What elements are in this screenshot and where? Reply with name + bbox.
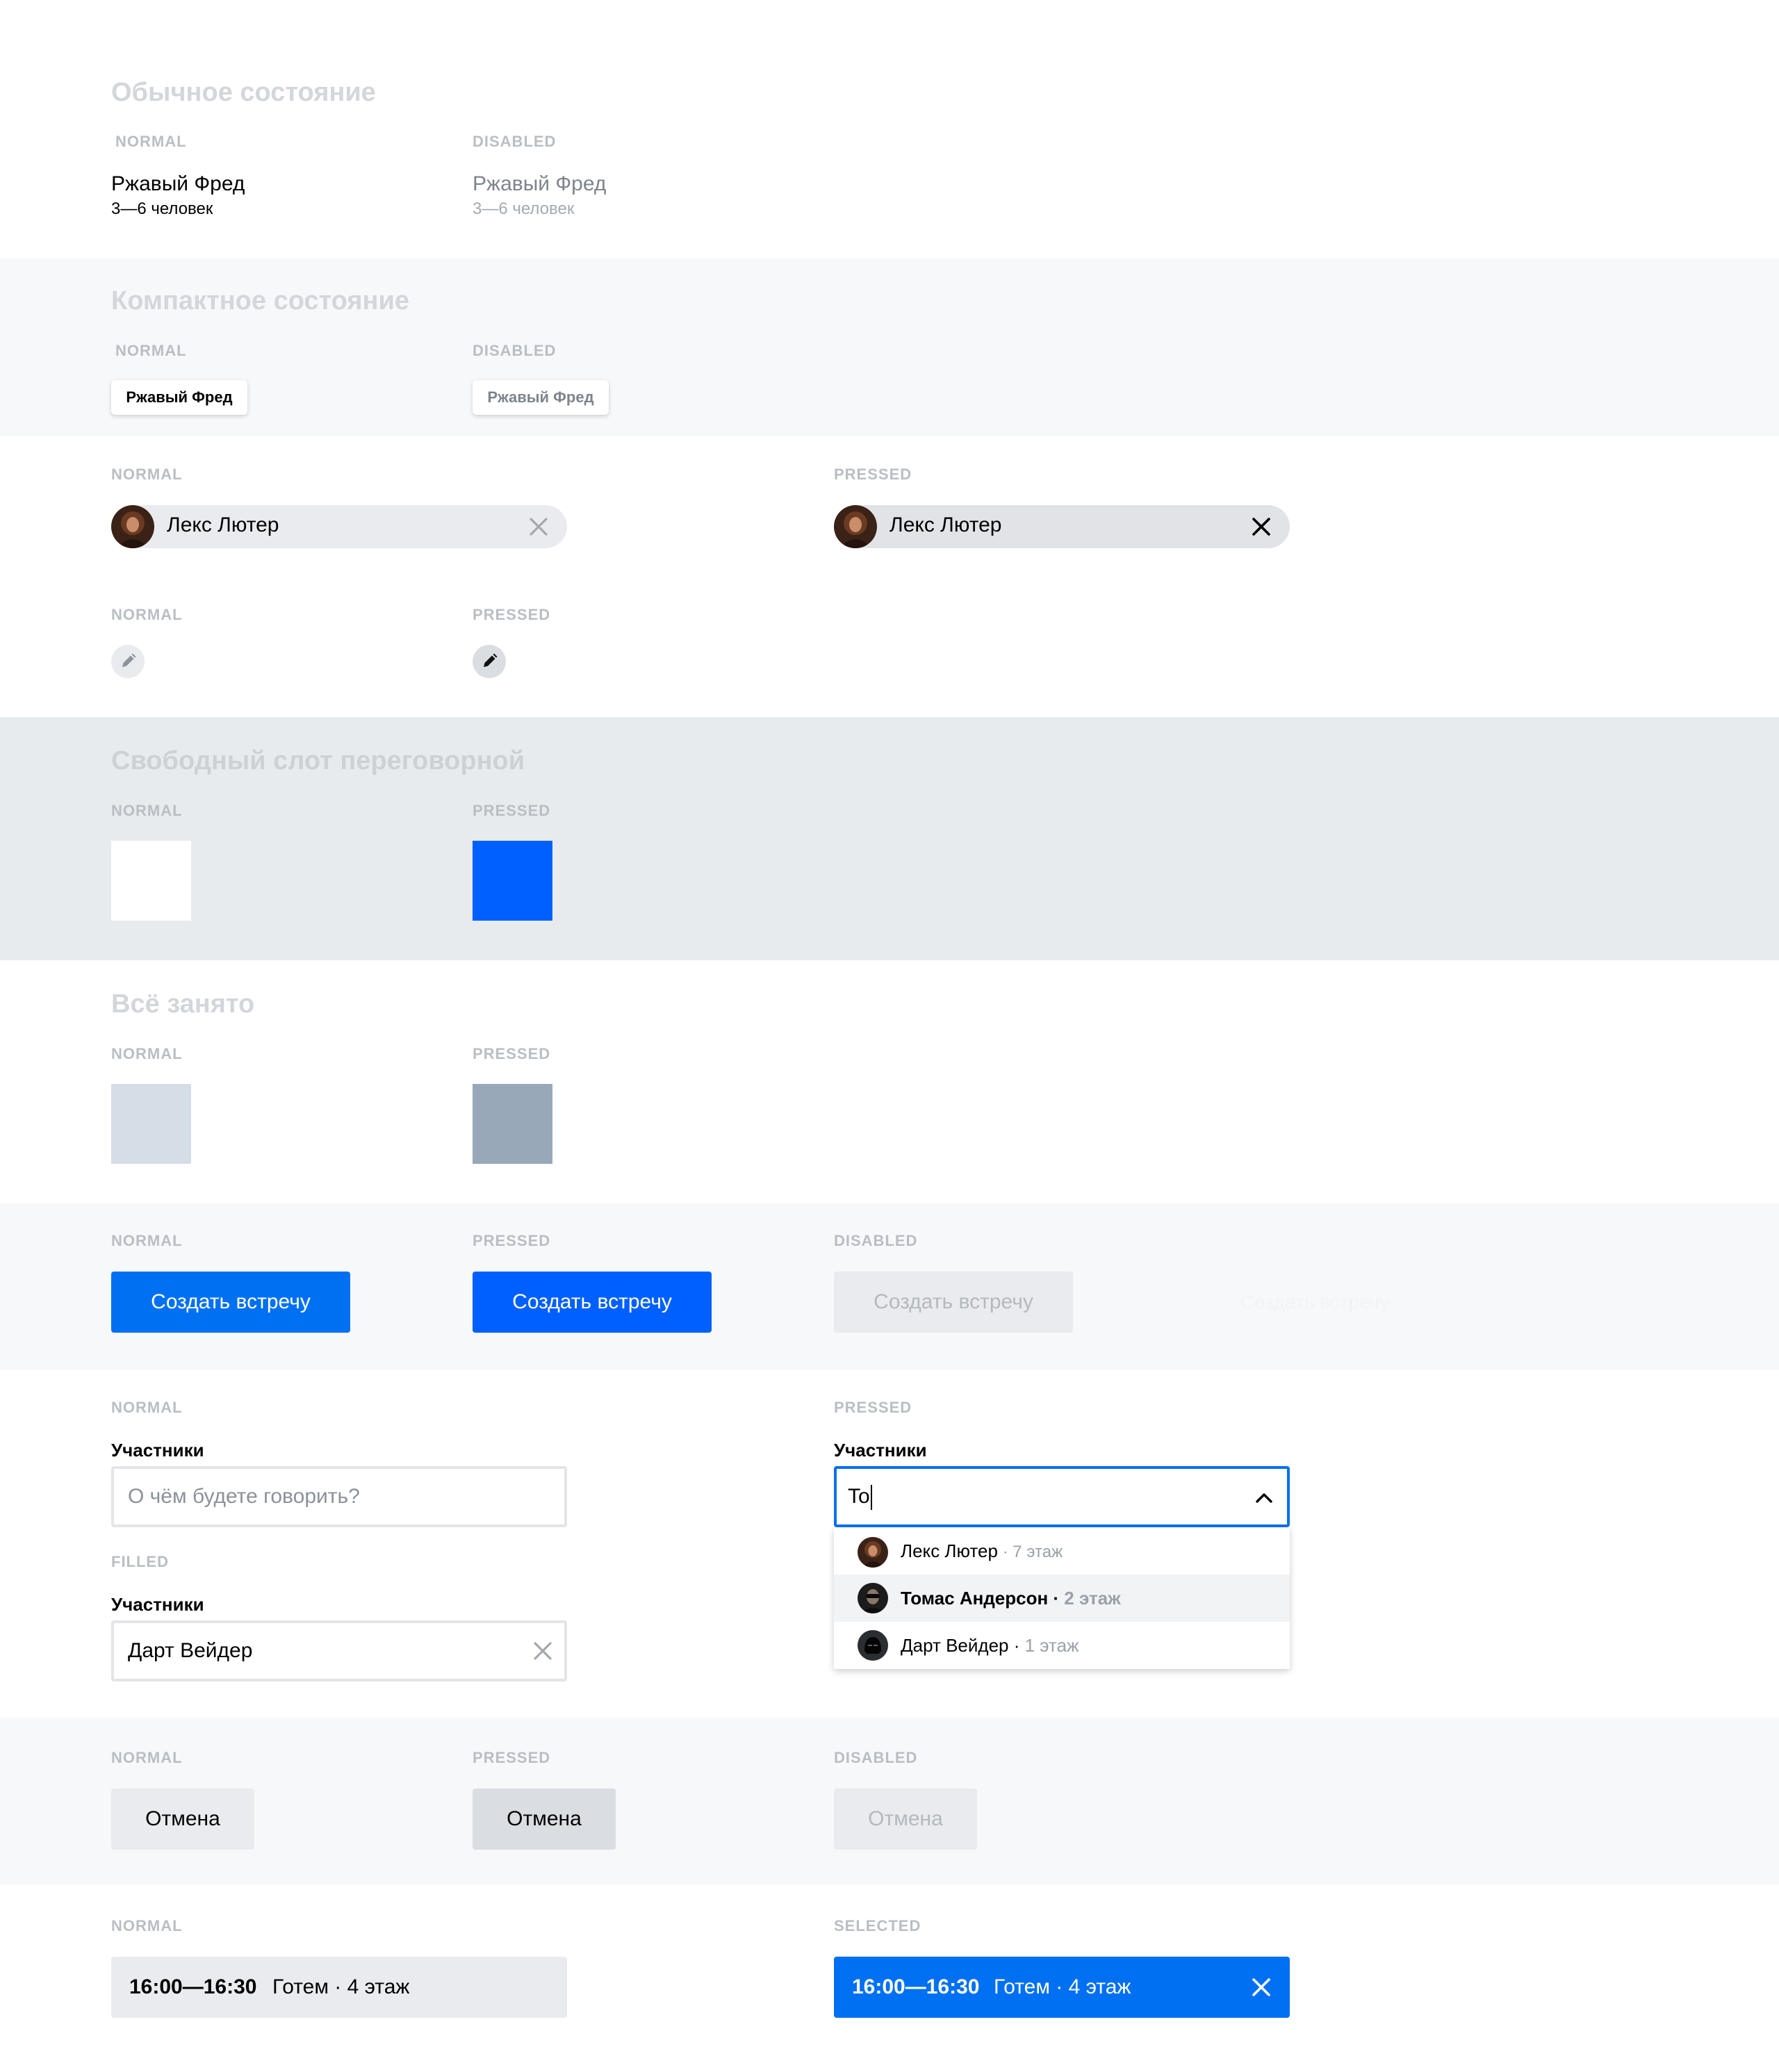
create-meeting-button-ghost: Создать встречу [1240, 1291, 1390, 1313]
slot-room: Готем · 4 этаж [994, 1975, 1131, 1998]
time-slot-chip-normal[interactable]: 16:00—16:30 Готем · 4 этаж [111, 1957, 567, 2018]
state-label-disabled: DISABLED [473, 133, 557, 150]
state-label-pressed: PRESSED [473, 1045, 551, 1062]
slot-room: Готем · 4 этаж [272, 1975, 410, 1998]
participants-input-normal[interactable]: О чём будете говорить? [111, 1466, 567, 1527]
busy-slot-normal [111, 1084, 191, 1164]
edit-button-normal[interactable] [111, 645, 145, 678]
create-meeting-button-normal[interactable]: Создать встречу [111, 1272, 350, 1333]
person-name: Лекс Лютер [167, 513, 279, 536]
close-icon[interactable] [1251, 1977, 1272, 1998]
participants-input-filled[interactable]: Дарт Вейдер [111, 1620, 567, 1682]
clear-icon[interactable] [532, 1641, 553, 1661]
state-label-normal: NORMAL [111, 802, 183, 819]
dropdown-option-highlighted[interactable]: Томас Андерсон · 2 этаж [834, 1574, 1290, 1622]
avatar [858, 1630, 888, 1661]
section-title-free-slot: Свободный слот переговорной [111, 746, 525, 775]
state-label-normal: NORMAL [115, 133, 187, 150]
avatar [834, 505, 877, 548]
state-label-pressed: PRESSED [473, 1232, 551, 1249]
state-label-normal: NORMAL [111, 1045, 183, 1062]
option-text: Дарт Вейдер · 1 этаж [901, 1635, 1079, 1656]
text-cursor [870, 1485, 872, 1511]
section-title-normal-state: Обычное состояние [111, 78, 376, 107]
room-name: Ржавый Фред [111, 172, 245, 195]
free-slot-normal[interactable] [111, 841, 191, 921]
edit-button-pressed[interactable] [473, 645, 506, 678]
participants-field-label: Участники [111, 1440, 204, 1461]
state-label-pressed: PRESSED [473, 606, 551, 623]
slot-time: 16:00—16:30 [852, 1975, 980, 1998]
dropdown-option[interactable]: Дарт Вейдер · 1 этаж [834, 1622, 1290, 1669]
state-label-pressed: PRESSED [473, 802, 551, 819]
participants-dropdown: Лекс Лютер · 7 этаж Томас Андерсон · 2 э… [834, 1527, 1290, 1669]
participants-field-label: Участники [111, 1594, 204, 1615]
room-name: Ржавый Фред [473, 172, 607, 195]
free-slot-pressed[interactable] [473, 841, 552, 921]
close-icon[interactable] [528, 516, 549, 537]
state-label-normal: NORMAL [111, 1399, 183, 1416]
dropdown-option[interactable]: Лекс Лютер · 7 этаж [834, 1527, 1290, 1574]
compact-room-chip-disabled: Ржавый Фред [473, 380, 609, 415]
room-capacity: 3—6 человек [111, 199, 213, 218]
state-label-disabled: DISABLED [473, 342, 557, 359]
compact-room-chip-normal[interactable]: Ржавый Фред [111, 380, 247, 415]
state-label-normal: NORMAL [111, 1232, 183, 1249]
state-label-pressed: PRESSED [473, 1749, 551, 1766]
pencil-icon [484, 653, 498, 667]
section-title-compact-state: Компактное состояние [111, 286, 410, 315]
close-icon[interactable] [1251, 516, 1272, 537]
placeholder-text: О чём будете говорить? [128, 1485, 360, 1508]
person-name: Лекс Лютер [890, 513, 1002, 536]
person-chip-normal[interactable]: Лекс Лютер [111, 505, 567, 548]
person-chip-pressed[interactable]: Лекс Лютер [834, 505, 1290, 548]
input-value: To [848, 1469, 872, 1524]
cancel-button-disabled: Отмена [834, 1789, 977, 1850]
state-label-normal: NORMAL [111, 1917, 183, 1934]
create-meeting-button-disabled: Создать встречу [834, 1272, 1073, 1333]
state-label-normal: NORMAL [115, 342, 187, 359]
state-label-normal: NORMAL [111, 1749, 183, 1766]
option-text: Томас Андерсон · 2 этаж [901, 1588, 1121, 1609]
state-label-filled: FILLED [111, 1553, 169, 1570]
state-label-pressed: PRESSED [834, 466, 912, 483]
state-label-selected: SELECTED [834, 1917, 921, 1934]
state-label-normal: NORMAL [111, 606, 183, 623]
state-label-disabled: DISABLED [834, 1232, 918, 1249]
busy-slot-pressed [473, 1084, 552, 1164]
cancel-button-pressed[interactable]: Отмена [473, 1789, 616, 1850]
state-label-disabled: DISABLED [834, 1749, 918, 1766]
participants-input-pressed[interactable]: To [834, 1466, 1290, 1527]
compact-section-band [0, 258, 1779, 436]
section-title-all-busy: Всё занято [111, 989, 255, 1019]
avatar [111, 505, 154, 548]
slot-time: 16:00—16:30 [129, 1975, 257, 1998]
cancel-button-normal[interactable]: Отмена [111, 1789, 254, 1850]
avatar [858, 1537, 888, 1568]
pencil-icon [122, 653, 136, 667]
state-label-normal: NORMAL [111, 466, 183, 483]
participants-field-label: Участники [834, 1440, 927, 1461]
time-slot-chip-selected[interactable]: 16:00—16:30 Готем · 4 этаж [834, 1957, 1290, 2018]
state-label-pressed: PRESSED [834, 1399, 912, 1416]
input-value: Дарт Вейдер [128, 1639, 253, 1662]
option-text: Лекс Лютер · 7 этаж [901, 1540, 1063, 1561]
create-meeting-button-pressed[interactable]: Создать встречу [473, 1272, 712, 1333]
chevron-up-icon[interactable] [1254, 1488, 1274, 1508]
room-capacity: 3—6 человек [473, 199, 575, 218]
avatar [858, 1583, 888, 1613]
